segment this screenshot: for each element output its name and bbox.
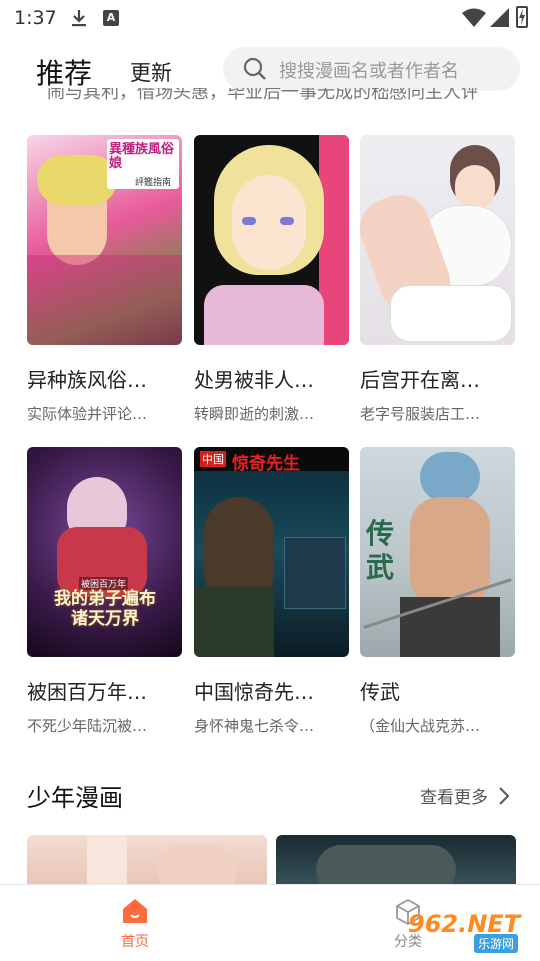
comic-card[interactable]: 被困百万年 我的弟子遍布诸天万界 被困百万年… 不死少年陆沉被… — [27, 447, 182, 736]
clipped-description-text: 闹与其利，借场头惠，毕业后一事无成的嵇感同主人评感。 — [47, 88, 477, 103]
tab-home[interactable]: 首页 — [112, 897, 158, 951]
chevron-right-icon — [499, 786, 510, 805]
comic-title[interactable]: 后宫开在离… — [360, 364, 520, 393]
cover-title-text: 传武 — [366, 517, 395, 584]
wifi-icon — [462, 8, 486, 27]
tab-home-label: 首页 — [121, 934, 149, 950]
comic-subtitle: 转瞬即逝的刺激… — [194, 405, 315, 423]
comic-cover[interactable]: 中国 惊奇先生 — [194, 447, 349, 657]
comic-subtitle: 实际体验并评论… — [27, 405, 148, 423]
search-placeholder: 搜搜漫画名或者作者名 — [279, 61, 459, 82]
comic-cover[interactable]: 传武 — [360, 447, 515, 657]
cover-title-text: 我的弟子遍布诸天万界 — [54, 589, 156, 629]
site-watermark: 962.NET 乐游网 — [404, 910, 534, 954]
comic-title[interactable]: 异种族风俗… — [27, 364, 187, 393]
tab-update[interactable]: 更新 — [130, 57, 172, 87]
status-bar: 1:37 A — [0, 0, 540, 36]
comic-cover[interactable] — [194, 135, 349, 345]
cover-title-text: 惊奇先生 — [232, 454, 300, 474]
cover-title-text: 異種族風俗娘 — [109, 142, 175, 171]
signal-icon — [490, 8, 509, 27]
comic-cover[interactable]: 被困百万年 我的弟子遍布诸天万界 — [27, 447, 182, 657]
comic-cover[interactable] — [360, 135, 515, 345]
search-input[interactable]: 搜搜漫画名或者作者名 — [223, 47, 520, 91]
comic-card[interactable]: 传武 传武 （金仙大战克苏… — [360, 447, 515, 736]
comic-card[interactable]: 異種族風俗娘 評鑑指南 异种族风俗… 实际体验并评论… — [27, 135, 182, 424]
notification-a-icon: A — [103, 10, 119, 26]
comic-subtitle: 老字号服装店工… — [360, 405, 481, 423]
comic-card[interactable]: 中国 惊奇先生 中国惊奇先… 身怀神鬼七杀令… — [194, 447, 349, 736]
comic-card[interactable]: 后宫开在离… 老字号服装店工… — [360, 135, 515, 424]
comic-title[interactable]: 被困百万年… — [27, 676, 187, 705]
comic-title[interactable]: 中国惊奇先… — [194, 676, 354, 705]
tab-recommend[interactable]: 推荐 — [36, 52, 92, 92]
see-more-link[interactable]: 查看更多 — [420, 783, 510, 808]
home-icon — [123, 899, 147, 923]
battery-icon — [516, 6, 528, 28]
comic-cover[interactable]: 異種族風俗娘 評鑑指南 — [27, 135, 182, 345]
watermark-sub: 乐游网 — [474, 934, 519, 953]
section-title: 少年漫画 — [27, 784, 123, 812]
comic-card[interactable]: 处男被非人… 转瞬即逝的刺激… — [194, 135, 349, 424]
comic-title[interactable]: 传武 — [360, 676, 520, 705]
status-time: 1:37 — [14, 7, 57, 29]
cover-subtitle-text: 評鑑指南 — [135, 178, 172, 188]
search-icon — [243, 57, 266, 80]
cover-subtitle-text: 中国 — [200, 451, 226, 467]
comic-title[interactable]: 处男被非人… — [194, 364, 354, 393]
see-more-label: 查看更多 — [420, 788, 488, 808]
comic-subtitle: 不死少年陆沉被… — [27, 717, 148, 735]
comic-subtitle: 身怀神鬼七杀令… — [194, 717, 315, 735]
clipped-description: 闹与其利，借场头惠，毕业后一事无成的嵇感同主人评感。 — [47, 88, 477, 104]
download-icon — [72, 10, 86, 27]
comic-subtitle: （金仙大战克苏… — [360, 717, 481, 735]
